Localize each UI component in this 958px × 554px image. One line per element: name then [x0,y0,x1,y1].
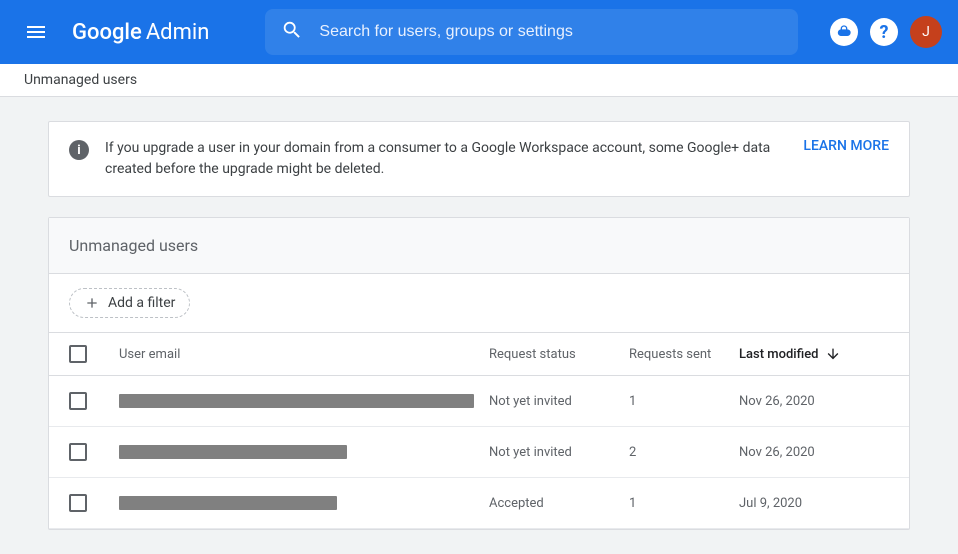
row-check-cell [69,443,119,461]
menu-icon[interactable] [16,12,56,52]
info-text: If you upgrade a user in your domain fro… [105,138,787,180]
row-checkbox[interactable] [69,494,87,512]
app-header: Google Admin ? J [0,0,958,64]
row-checkbox[interactable] [69,392,87,410]
app-logo[interactable]: Google Admin [72,20,209,45]
row-sent: 1 [629,496,739,511]
row-status: Not yet invited [489,394,629,409]
row-sent: 2 [629,445,739,460]
row-modified: Jul 9, 2020 [739,496,889,511]
redacted-email [119,445,347,459]
row-status: Not yet invited [489,445,629,460]
row-modified: Nov 26, 2020 [739,445,889,460]
avatar-initial: J [922,24,930,40]
logo-admin: Admin [146,20,210,45]
row-check-cell [69,392,119,410]
table-header: User email Request status Requests sent … [49,332,909,376]
panel-title: Unmanaged users [49,218,909,274]
updates-icon[interactable] [830,18,858,46]
col-email-header[interactable]: User email [119,347,489,362]
add-filter-chip[interactable]: Add a filter [69,288,190,318]
row-modified: Nov 26, 2020 [739,394,889,409]
row-sent: 1 [629,394,739,409]
search-input[interactable] [319,23,782,41]
users-panel: Unmanaged users Add a filter User email … [48,217,910,530]
col-modified-header[interactable]: Last modified [739,346,889,362]
sort-desc-icon [825,346,841,362]
info-banner: i If you upgrade a user in your domain f… [48,121,910,197]
page-title: Unmanaged users [24,72,934,88]
header-actions: ? J [830,16,942,48]
help-icon[interactable]: ? [870,18,898,46]
col-modified-label: Last modified [739,347,819,362]
row-checkbox[interactable] [69,443,87,461]
avatar[interactable]: J [910,16,942,48]
select-all-checkbox[interactable] [69,345,87,363]
row-check-cell [69,494,119,512]
main-content: i If you upgrade a user in your domain f… [0,97,958,554]
table-row[interactable]: Not yet invited 1 Nov 26, 2020 [49,376,909,427]
table-row[interactable]: Not yet invited 2 Nov 26, 2020 [49,427,909,478]
plus-icon [84,295,100,311]
redacted-email [119,394,474,408]
row-status: Accepted [489,496,629,511]
breadcrumb: Unmanaged users [0,64,958,97]
col-sent-header[interactable]: Requests sent [629,347,739,362]
row-email-cell [119,496,489,510]
select-all-cell [69,345,119,363]
learn-more-link[interactable]: LEARN MORE [803,138,889,154]
search-icon [281,19,303,45]
col-status-header[interactable]: Request status [489,347,629,362]
logo-google: Google [72,20,142,45]
filter-row: Add a filter [49,274,909,332]
search-bar[interactable] [265,9,798,55]
info-icon: i [69,140,89,160]
add-filter-label: Add a filter [108,295,175,311]
redacted-email [119,496,337,510]
row-email-cell [119,394,489,408]
row-email-cell [119,445,489,459]
table-row[interactable]: Accepted 1 Jul 9, 2020 [49,478,909,529]
